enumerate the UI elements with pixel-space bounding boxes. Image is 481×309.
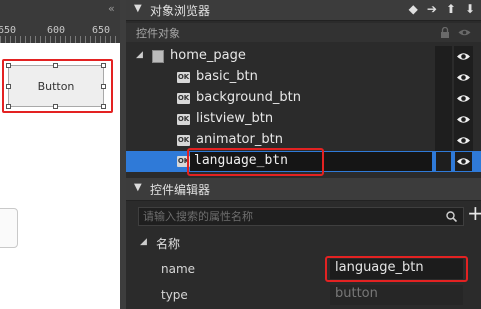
highlight-box-name-value [325,256,468,282]
arrow-down-icon[interactable]: ⬇ [465,2,475,16]
right-panel: ▼ 对象浏览器 ◆ ➔ ⬆ ⬇ 控件对象 ◢ home_page OK basi… [120,0,481,309]
tree-item-listview-btn[interactable]: OK listview_btn [126,109,481,130]
lock-toggle[interactable] [435,46,452,67]
canvas-widget-partial[interactable] [0,208,18,248]
property-value-text: button [335,286,378,301]
tree-item-label: background_btn [196,90,301,105]
eye-icon[interactable] [456,154,471,169]
object-browser-subheader: 控件对象 [126,23,481,42]
button-type-icon: OK [177,114,190,125]
move-left-icon[interactable]: ◆ [409,2,418,16]
ruler-tick: 650 [0,25,17,36]
collapse-chevron-icon[interactable]: « [108,2,115,15]
tree-item-background-btn[interactable]: OK background_btn [126,88,481,109]
expand-caret-icon[interactable]: ◢ [140,237,147,247]
eye-icon[interactable] [456,133,471,148]
eye-icon[interactable] [456,112,471,127]
tree-item-label: listview_btn [196,111,274,126]
ruler: « 650 600 650 [0,0,120,43]
tree-item-basic-btn[interactable]: OK basic_btn [126,67,481,88]
property-search-input[interactable] [139,208,447,225]
add-property-icon[interactable]: + [467,203,481,223]
property-group-title: 名称 [156,237,181,251]
arrow-up-icon[interactable]: ⬆ [446,2,456,16]
property-group-name[interactable]: ◢ 名称 [126,233,481,253]
subheader-label: 控件对象 [136,27,180,40]
property-search-box[interactable] [138,207,464,226]
object-browser-header[interactable]: ▼ 对象浏览器 ◆ ➔ ⬆ ⬇ [126,0,481,21]
eye-icon[interactable] [456,70,471,85]
control-editor-title: 控件编辑器 [150,183,211,197]
button-type-icon: OK [177,72,190,83]
visibility-icon[interactable] [458,28,471,37]
expand-caret-icon[interactable]: ◢ [136,50,143,60]
lock-toggle[interactable] [435,109,452,130]
lock-toggle[interactable] [435,67,452,88]
highlight-box-canvas-button [2,59,113,113]
property-value-type: button [330,285,463,305]
search-icon[interactable] [446,211,457,222]
design-canvas[interactable]: « 650 600 650 Button [0,0,120,309]
collapse-caret-icon[interactable]: ▼ [134,182,142,193]
tree-item-label: home_page [170,48,246,63]
property-label-type: type [161,288,188,302]
collapse-caret-icon[interactable]: ▼ [134,3,142,14]
highlight-box-rename [187,148,324,176]
eye-icon[interactable] [456,49,471,64]
ruler-tick: 600 [47,25,66,36]
control-editor-header[interactable]: ▼ 控件编辑器 [126,178,481,201]
object-browser-title: 对象浏览器 [150,4,211,18]
lock-toggle[interactable] [435,130,452,151]
ruler-marks [0,36,120,43]
property-label-name: name [161,262,196,276]
tree-item-label: basic_btn [196,69,258,84]
eye-icon[interactable] [456,91,471,106]
lock-icon[interactable] [440,27,450,38]
tree-item-label: animator_btn [196,132,283,147]
lock-toggle[interactable] [435,88,452,109]
button-type-icon: OK [177,135,190,146]
tree-item-home-page[interactable]: ◢ home_page [126,46,481,67]
ruler-tick: 650 [92,25,111,36]
arrow-right-icon[interactable]: ➔ [427,2,437,16]
lock-toggle[interactable] [435,151,452,172]
button-type-icon: OK [177,93,190,104]
page-icon [152,50,164,63]
